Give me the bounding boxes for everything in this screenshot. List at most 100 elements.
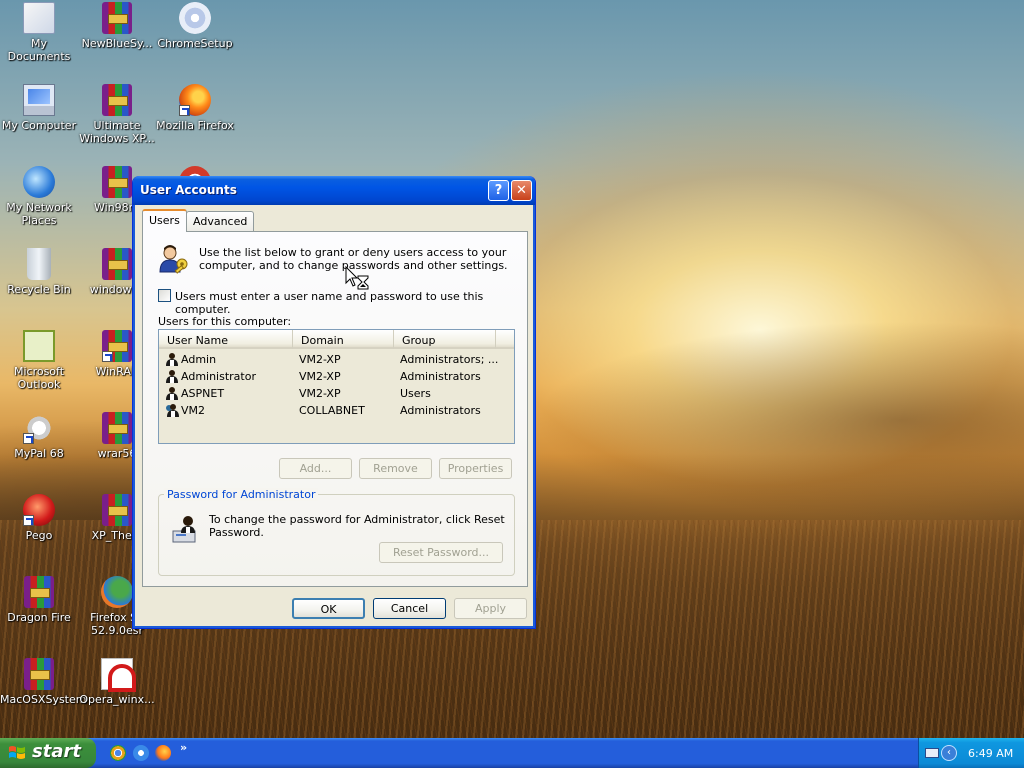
desktop-icon-my-network-places[interactable]: My Network Places xyxy=(0,166,78,227)
table-row[interactable]: Administrator VM2-XP Administrators xyxy=(159,368,514,385)
busy-cursor-icon xyxy=(345,266,369,290)
desktop-icon-macosxsystem[interactable]: MacOSXSystem xyxy=(0,658,87,706)
remove-user-button[interactable]: Remove xyxy=(359,458,432,479)
apply-button[interactable]: Apply xyxy=(454,598,527,619)
winrar-archive-icon xyxy=(24,576,54,608)
winrar-archive-icon xyxy=(102,494,132,526)
firefox-esr-icon xyxy=(101,576,133,608)
internet-explorer-icon[interactable] xyxy=(133,745,149,761)
column-header-user-name[interactable]: User Name xyxy=(159,330,293,349)
ok-button[interactable]: OK xyxy=(292,598,365,619)
desktop-icon-label: ChromeSetup xyxy=(157,37,233,50)
cd-setup-icon xyxy=(179,2,211,34)
require-login-label[interactable]: Users must enter a user name and passwor… xyxy=(175,290,527,316)
cell-domain: COLLABNET xyxy=(299,404,365,417)
winrar-icon xyxy=(102,330,132,362)
desktop-icon-label: My Network Places xyxy=(6,201,72,227)
system-tray: ‹ 6:49 AM xyxy=(918,738,1024,768)
opera-installer-icon xyxy=(101,658,136,692)
desktop-icon-label: My Documents xyxy=(7,37,71,63)
cell-user-name: Admin xyxy=(181,353,217,366)
user-icon xyxy=(166,387,178,400)
pego-icon xyxy=(23,494,55,526)
desktop-icon-ultimate-windows-xp[interactable]: Ultimate Windows XP... xyxy=(78,84,156,145)
user-computer-icon xyxy=(172,516,196,543)
desktop-icon-microsoft-outlook[interactable]: Microsoft Outlook xyxy=(0,330,78,391)
shortcut-arrow-icon xyxy=(23,433,34,444)
quick-launch-more-icon[interactable]: » xyxy=(180,741,187,754)
column-header-group[interactable]: Group xyxy=(394,330,496,349)
desktop-icon-recycle-bin[interactable]: Recycle Bin xyxy=(0,248,78,296)
desktop-icon-mypal[interactable]: MyPal 68 xyxy=(0,412,78,460)
desktop-icon-chromesetup[interactable]: ChromeSetup xyxy=(156,2,234,50)
show-hidden-icons-button[interactable]: ‹ xyxy=(941,745,957,761)
close-button[interactable]: ✕ xyxy=(511,180,532,201)
desktop-icon-my-documents[interactable]: My Documents xyxy=(0,2,78,63)
clock[interactable]: 6:49 AM xyxy=(968,747,1013,760)
cell-domain: VM2-XP xyxy=(299,387,341,400)
cancel-button[interactable]: Cancel xyxy=(373,598,446,619)
users-list-label: Users for this computer: xyxy=(158,315,292,328)
recycle-bin-icon xyxy=(27,248,51,280)
firefox-icon xyxy=(179,84,211,116)
desktop-icon-dragon-fire[interactable]: Dragon Fire xyxy=(0,576,78,624)
reset-password-button[interactable]: Reset Password... xyxy=(379,542,503,563)
desktop-icon-label: Microsoft Outlook xyxy=(13,365,65,391)
cell-group: Users xyxy=(400,387,431,400)
cell-group: Administrators xyxy=(400,370,481,383)
cell-domain: VM2-XP xyxy=(299,370,341,383)
table-row[interactable]: ASPNET VM2-XP Users xyxy=(159,385,514,402)
desktop-icon-label: MacOSXSystem xyxy=(0,693,87,706)
users-keys-icon xyxy=(159,245,188,274)
windows-flag-icon xyxy=(9,746,25,759)
users-tab-panel: Use the list below to grant or deny user… xyxy=(142,231,528,587)
desktop-icon-label: Opera_winx... xyxy=(79,693,155,706)
tab-users[interactable]: Users xyxy=(142,209,187,232)
desktop-icon-pego[interactable]: Pego xyxy=(0,494,78,542)
user-icon xyxy=(166,370,178,383)
require-login-checkbox[interactable] xyxy=(158,289,171,302)
winrar-archive-icon xyxy=(24,658,54,690)
password-group-legend: Password for Administrator xyxy=(164,488,319,501)
desktop-icon-my-computer[interactable]: My Computer xyxy=(0,84,78,132)
desktop-icon-label: Dragon Fire xyxy=(7,611,71,624)
desktop-icon-label: Pego xyxy=(25,529,53,542)
desktop-icon-label: Ultimate Windows XP... xyxy=(79,119,155,145)
properties-button[interactable]: Properties xyxy=(439,458,512,479)
desktop-icon-newbluesy[interactable]: NewBlueSy... xyxy=(78,2,156,50)
desktop-icon-opera-installer[interactable]: Opera_winx... xyxy=(78,658,156,706)
winrar-archive-icon xyxy=(102,412,132,444)
domain-user-icon xyxy=(166,404,179,417)
cell-user-name: ASPNET xyxy=(181,387,225,400)
desktop-icon-label: Mozilla Firefox xyxy=(156,119,234,132)
shortcut-arrow-icon xyxy=(23,515,34,526)
password-group: Password for Administrator To change the… xyxy=(158,488,515,576)
shortcut-arrow-icon xyxy=(179,105,190,116)
start-label: start xyxy=(32,741,81,762)
desktop-icon-label: Recycle Bin xyxy=(7,283,71,296)
chrome-icon[interactable] xyxy=(110,745,126,761)
my-documents-icon xyxy=(23,2,55,34)
add-user-button[interactable]: Add... xyxy=(279,458,352,479)
cell-user-name: Administrator xyxy=(181,370,256,383)
tab-advanced[interactable]: Advanced xyxy=(186,211,255,231)
taskbar: start » ‹ 6:49 AM xyxy=(0,738,1024,768)
network-places-icon xyxy=(23,166,55,198)
mypal-icon xyxy=(23,412,55,444)
help-button[interactable]: ? xyxy=(488,180,509,201)
desktop-icon-mozilla-firefox[interactable]: Mozilla Firefox xyxy=(156,84,234,132)
cell-group: Administrators; ... xyxy=(400,353,499,366)
window-titlebar[interactable]: User Accounts ? ✕ xyxy=(133,176,535,205)
desktop-icon-label: NewBlueSy... xyxy=(81,37,153,50)
shortcut-arrow-icon xyxy=(102,351,113,362)
users-list[interactable]: User Name Domain Group Admin VM2-XP Admi… xyxy=(158,329,515,444)
table-row[interactable]: VM2 COLLABNET Administrators xyxy=(159,402,514,419)
firefox-icon[interactable] xyxy=(155,745,171,761)
password-group-text: To change the password for Administrator… xyxy=(209,513,505,539)
start-button[interactable]: start xyxy=(0,738,96,768)
table-row[interactable]: Admin VM2-XP Administrators; ... xyxy=(159,351,514,368)
column-header-domain[interactable]: Domain xyxy=(293,330,394,349)
desktop-icon-label: My Computer xyxy=(1,119,77,132)
cell-group: Administrators xyxy=(400,404,481,417)
keyboard-icon[interactable] xyxy=(925,748,939,758)
